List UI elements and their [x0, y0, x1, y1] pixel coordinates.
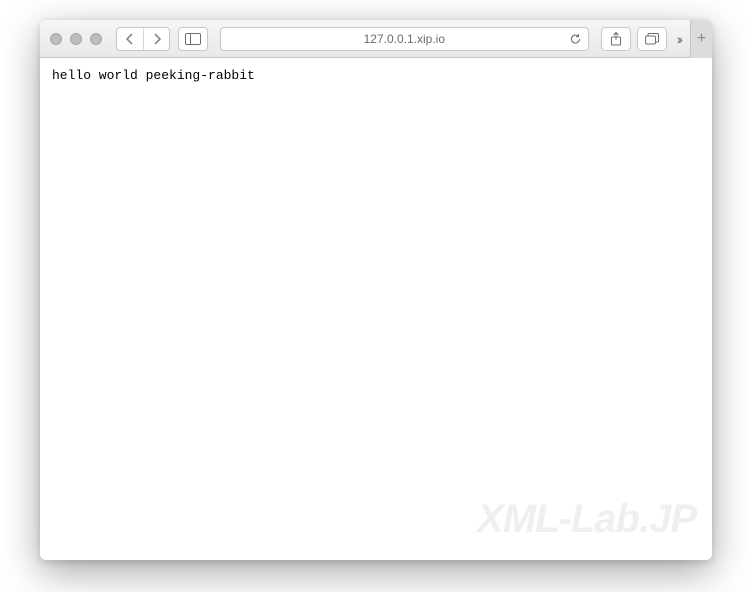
close-window-button[interactable] [50, 33, 62, 45]
chevron-right-icon [153, 33, 161, 45]
zoom-window-button[interactable] [90, 33, 102, 45]
new-tab-button[interactable]: + [690, 20, 712, 58]
reload-button[interactable] [569, 32, 582, 45]
share-button[interactable] [601, 27, 631, 51]
watermark: XML-Lab.JP [477, 497, 696, 542]
sidebar-icon [185, 33, 201, 45]
right-button-group: ›› + [601, 27, 702, 51]
tabs-icon [645, 33, 659, 45]
plus-icon: + [697, 30, 706, 48]
url-text: 127.0.0.1.xip.io [364, 32, 445, 46]
browser-window: 127.0.0.1.xip.io ›› + hello world peekin… [40, 20, 712, 560]
page-body-text: hello world peeking-rabbit [52, 68, 255, 83]
chevrons-icon: ›› [677, 31, 680, 47]
chevron-left-icon [126, 33, 134, 45]
overflow-button[interactable]: ›› [673, 31, 684, 47]
minimize-window-button[interactable] [70, 33, 82, 45]
tabs-button[interactable] [637, 27, 667, 51]
forward-button[interactable] [143, 28, 169, 50]
sidebar-toggle-button[interactable] [178, 27, 208, 51]
share-icon [610, 32, 622, 46]
address-bar[interactable]: 127.0.0.1.xip.io [220, 27, 589, 51]
back-button[interactable] [117, 28, 143, 50]
reload-icon [569, 32, 582, 45]
traffic-lights [50, 33, 102, 45]
page-content: hello world peeking-rabbit XML-Lab.JP [40, 58, 712, 560]
nav-button-group [116, 27, 170, 51]
toolbar: 127.0.0.1.xip.io ›› + [40, 20, 712, 58]
